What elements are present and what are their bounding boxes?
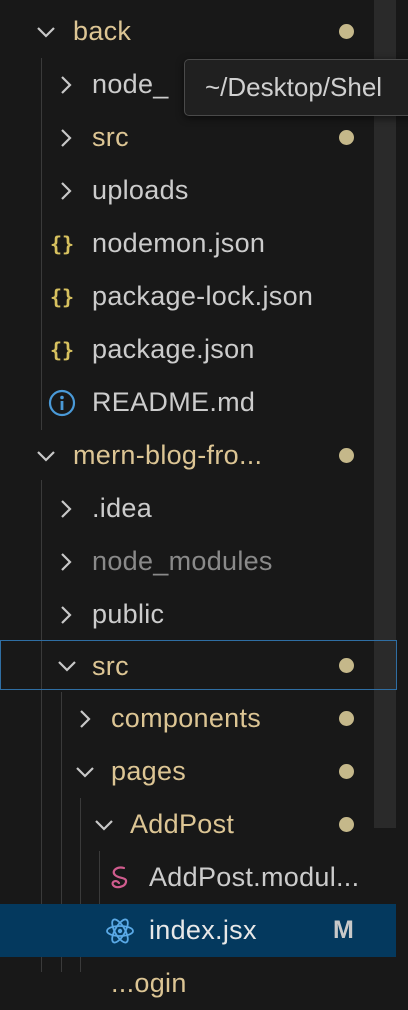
- chevron-right-icon: [51, 164, 81, 217]
- tree-folder-idea[interactable]: .idea: [0, 482, 396, 535]
- tree-item-label: README.md: [92, 387, 256, 417]
- tree-item-label: node_: [92, 69, 169, 99]
- tree-item-label: nodemon.json: [92, 228, 266, 258]
- file-explorer-tree: back node_ src uploads {} nodemon.json {…: [0, 0, 408, 998]
- tree-file-addpost-module-scss[interactable]: AddPost.modul...: [0, 851, 396, 904]
- tree-file-package-json[interactable]: {} package.json: [0, 323, 396, 376]
- tree-item-label: public: [92, 599, 165, 629]
- tree-folder-components[interactable]: components: [0, 692, 396, 745]
- tree-folder-uploads[interactable]: uploads: [0, 164, 396, 217]
- chevron-right-icon: [70, 692, 100, 745]
- tree-item-label: src: [92, 122, 129, 152]
- tree-item-label: src: [92, 651, 129, 681]
- chevron-down-icon: [31, 5, 61, 58]
- tree-item-label: package.json: [92, 334, 255, 364]
- modified-dot: [339, 658, 354, 673]
- tree-item-label: .idea: [92, 493, 153, 523]
- json-icon: {}: [49, 284, 75, 309]
- chevron-down-icon: [70, 745, 100, 798]
- tree-file-index-jsx[interactable]: index.jsx M: [0, 904, 396, 957]
- tree-item-label: back: [73, 16, 132, 46]
- tree-item-label: mern-blog-fro...: [73, 440, 263, 470]
- chevron-down-icon: [31, 429, 61, 482]
- tree-file-nodemon-json[interactable]: {} nodemon.json: [0, 217, 396, 270]
- tree-folder-src[interactable]: src: [0, 111, 396, 164]
- tree-item-label: pages: [111, 756, 187, 786]
- modified-dot: [339, 711, 354, 726]
- tree-item-label: package-lock.json: [92, 281, 314, 311]
- info-icon: [45, 376, 79, 429]
- tree-folder-login[interactable]: ...ogin: [0, 957, 396, 1010]
- modified-dot: [339, 817, 354, 832]
- git-modified-badge: M: [333, 916, 354, 944]
- tree-file-readme-md[interactable]: README.md: [0, 376, 396, 429]
- chevron-right-icon: [51, 588, 81, 641]
- chevron-right-icon: [51, 482, 81, 535]
- json-icon: {}: [49, 231, 75, 256]
- tree-folder-node-modules-frontend[interactable]: node_modules: [0, 535, 396, 588]
- tree-folder-src-frontend[interactable]: src: [0, 640, 397, 690]
- tree-item-label: index.jsx: [149, 915, 257, 945]
- path-tooltip: ~/Desktop/Shel: [184, 59, 408, 116]
- tree-item-label: AddPost.modul...: [149, 862, 360, 892]
- tree-item-label: uploads: [92, 175, 189, 205]
- chevron-down-icon: [52, 641, 82, 691]
- json-icon: {}: [49, 337, 75, 362]
- tree-file-package-lock-json[interactable]: {} package-lock.json: [0, 270, 396, 323]
- chevron-right-icon: [51, 111, 81, 164]
- tree-item-label: ...ogin: [111, 968, 187, 998]
- scss-icon: [103, 851, 137, 904]
- modified-dot: [339, 24, 354, 39]
- modified-dot: [339, 130, 354, 145]
- tree-folder-public[interactable]: public: [0, 588, 396, 641]
- tree-folder-pages[interactable]: pages: [0, 745, 396, 798]
- tree-folder-mern-blog-frontend[interactable]: mern-blog-fro...: [0, 429, 396, 482]
- chevron-right-icon: [51, 58, 81, 111]
- tree-item-label: node_modules: [92, 546, 273, 576]
- chevron-down-icon: [89, 798, 119, 851]
- tree-item-label: AddPost: [130, 809, 235, 839]
- tree-folder-back[interactable]: back: [0, 5, 396, 58]
- modified-dot: [339, 764, 354, 779]
- chevron-right-icon: [51, 535, 81, 588]
- react-icon: [103, 904, 137, 957]
- tree-folder-addpost[interactable]: AddPost: [0, 798, 396, 851]
- tree-item-label: components: [111, 703, 262, 733]
- modified-dot: [339, 448, 354, 463]
